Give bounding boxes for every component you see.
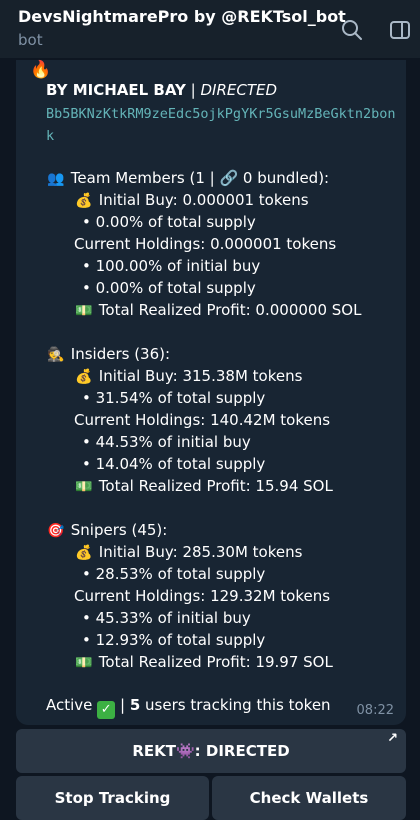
footer-separator: | — [119, 696, 126, 714]
stop-tracking-button[interactable]: Stop Tracking — [16, 776, 209, 820]
snipers-profit: 💵 Total Realized Profit: 19.97 SOL — [74, 651, 333, 674]
chat-subtitle: bot — [18, 31, 43, 49]
insider-icon: 🕵 — [47, 347, 65, 363]
active-label: Active — [46, 696, 93, 714]
insiders-initial-buy: 💰 Initial Buy: 315.38M tokens — [74, 365, 302, 388]
search-icon[interactable] — [340, 18, 364, 42]
team-holdings: Current Holdings: 0.000001 tokens — [74, 235, 337, 253]
rekt-button-suffix: : DIRECTED — [194, 742, 290, 760]
check-wallets-button[interactable]: Check Wallets — [212, 776, 406, 820]
insiders-initial-pct: • 31.54% of total supply — [82, 389, 266, 407]
tracking-text: users tracking this token — [145, 696, 331, 714]
money-bag-icon: 💰 — [75, 369, 93, 385]
money-bag-icon: 💰 — [75, 193, 93, 209]
external-link-icon: ↗ — [387, 731, 398, 746]
insiders-profit: 💵 Total Realized Profit: 15.94 SOL — [74, 475, 333, 498]
insiders-holdings-pct-buy: • 44.53% of initial buy — [82, 433, 251, 451]
sniper-icon: 🎯 — [47, 523, 65, 539]
team-profit: 💵 Total Realized Profit: 0.000000 SOL — [74, 299, 361, 322]
snipers-holdings-pct-buy: • 45.33% of initial buy — [82, 609, 251, 627]
team-initial-pct: • 0.00% of total supply — [82, 213, 256, 231]
message-time: 08:22 — [356, 703, 394, 718]
team-icon: 👥 — [47, 171, 65, 187]
byline: BY MICHAEL BAY | DIRECTED — [46, 81, 277, 99]
insiders-profit-text: Total Realized Profit: 15.94 SOL — [98, 477, 333, 495]
team-initial-buy: 💰 Initial Buy: 0.000001 tokens — [74, 189, 309, 212]
rekt-directed-button[interactable]: REKT👾: DIRECTED ↗ — [16, 729, 406, 773]
check-icon: ✓ — [97, 701, 116, 719]
chat-header: DevsNightmarePro by @REKTsol_bot bot — [0, 0, 420, 58]
snipers-initial-pct: • 28.53% of total supply — [82, 565, 266, 583]
insiders-holdings-pct-supply: • 14.04% of total supply — [82, 455, 266, 473]
byline-author: BY MICHAEL BAY — [46, 81, 186, 99]
team-heading-text: Team Members (1 | 🔗 0 bundled): — [70, 169, 330, 187]
chat-title[interactable]: DevsNightmarePro by @REKTsol_bot — [18, 7, 346, 26]
team-heading: 👥 Team Members (1 | 🔗 0 bundled): — [46, 167, 329, 190]
snipers-holdings-pct-supply: • 12.93% of total supply — [82, 631, 266, 649]
snipers-holdings: Current Holdings: 129.32M tokens — [74, 587, 331, 605]
insiders-initial-buy-text: Initial Buy: 315.38M tokens — [98, 367, 303, 385]
team-initial-buy-text: Initial Buy: 0.000001 tokens — [98, 191, 309, 209]
tracking-status: Active ✓ | 5 users tracking this token — [46, 694, 331, 719]
alien-icon: 👾 — [175, 742, 195, 760]
snipers-heading: 🎯 Snipers (45): — [46, 519, 167, 542]
insiders-holdings: Current Holdings: 140.42M tokens — [74, 411, 331, 429]
team-profit-text: Total Realized Profit: 0.000000 SOL — [98, 301, 362, 319]
token-address[interactable]: Bb5BKNzKtkRM9zeEdc5ojkPgYKr5GsuMzBeGktn2… — [46, 103, 396, 147]
snipers-profit-text: Total Realized Profit: 19.97 SOL — [98, 653, 333, 671]
team-holdings-pct-buy: • 100.00% of initial buy — [82, 257, 261, 275]
message-bubble: 🔥 BY MICHAEL BAY | DIRECTED Bb5BKNzKtkRM… — [16, 60, 406, 725]
sidebar-toggle-icon[interactable] — [388, 18, 412, 42]
team-holdings-pct-supply: • 0.00% of total supply — [82, 279, 256, 297]
tracking-user-count: 5 — [129, 696, 141, 714]
money-icon: 💵 — [75, 303, 93, 319]
money-icon: 💵 — [75, 479, 93, 495]
insiders-heading: 🕵 Insiders (36): — [46, 343, 170, 366]
byline-tag: DIRECTED — [200, 81, 278, 99]
snipers-initial-buy: 💰 Initial Buy: 285.30M tokens — [74, 541, 302, 564]
insiders-heading-text: Insiders (36): — [70, 345, 171, 363]
snipers-heading-text: Snipers (45): — [70, 521, 168, 539]
snipers-initial-buy-text: Initial Buy: 285.30M tokens — [98, 543, 303, 561]
byline-separator: | — [190, 81, 196, 99]
money-bag-icon: 💰 — [75, 545, 93, 561]
money-icon: 💵 — [75, 655, 93, 671]
rekt-button-prefix: REKT — [132, 742, 176, 760]
fire-icon: 🔥 — [30, 60, 52, 80]
